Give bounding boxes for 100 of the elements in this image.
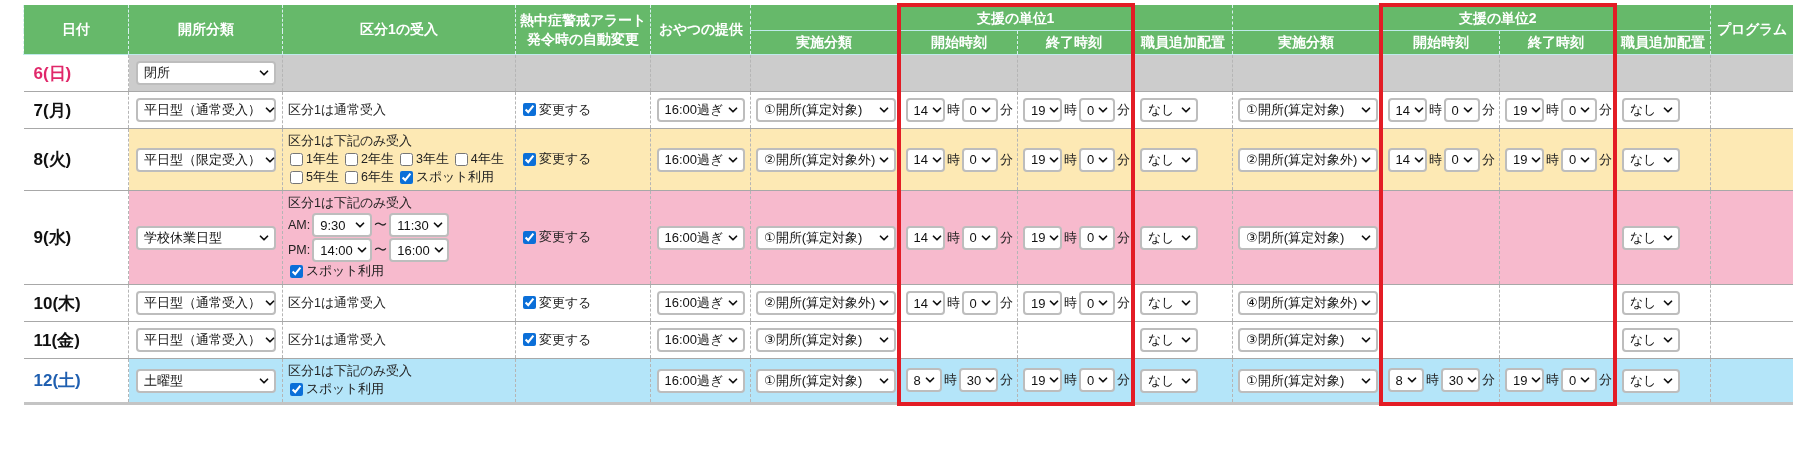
checkbox[interactable]	[290, 171, 303, 184]
dropdown[interactable]: なし	[1139, 225, 1198, 250]
dropdown[interactable]: ③閉所(算定対象)	[1238, 328, 1378, 352]
dropdown[interactable]: なし	[1621, 291, 1680, 315]
dropdown[interactable]: 0	[1079, 291, 1116, 315]
dropdown[interactable]: 14	[905, 291, 945, 315]
dropdown[interactable]: なし	[1139, 291, 1198, 315]
dropdown[interactable]: 14	[905, 225, 945, 250]
dropdown[interactable]: なし	[1139, 328, 1198, 352]
checkbox-label: 4年生	[470, 151, 504, 168]
dropdown[interactable]: 19	[1505, 368, 1544, 393]
dropdown[interactable]: なし	[1621, 147, 1680, 172]
dropdown[interactable]: ④閉所(算定対象外)	[1238, 291, 1378, 315]
dropdown[interactable]: 0	[1079, 368, 1116, 393]
minute-unit: 分	[1117, 101, 1131, 119]
dropdown[interactable]: 8	[905, 368, 942, 393]
dropdown[interactable]: なし	[1139, 98, 1198, 122]
column-header: プログラム	[1710, 5, 1793, 55]
checkbox[interactable]	[523, 152, 536, 166]
checkbox[interactable]	[290, 383, 303, 396]
checkbox-label: 2年生	[360, 151, 394, 168]
checkbox[interactable]	[344, 171, 358, 184]
dropdown[interactable]: 8	[1387, 368, 1424, 393]
dropdown[interactable]: なし	[1139, 368, 1198, 393]
dropdown[interactable]: 0	[1561, 368, 1598, 393]
dropdown[interactable]: 平日型（通常受入）	[135, 98, 276, 122]
dropdown[interactable]: ①開所(算定対象)	[1238, 98, 1378, 122]
dropdown[interactable]: 14	[1387, 98, 1427, 122]
dropdown[interactable]: 0	[1079, 225, 1116, 250]
dropdown[interactable]: 30	[1440, 368, 1480, 393]
dropdown[interactable]: 14:00	[312, 238, 373, 262]
dropdown[interactable]: 16:00	[389, 238, 450, 262]
dropdown[interactable]: 19	[1023, 368, 1062, 393]
checkbox[interactable]	[523, 333, 536, 347]
dropdown[interactable]: 0	[1079, 98, 1116, 122]
checkbox[interactable]	[454, 153, 468, 166]
dropdown[interactable]: ②開所(算定対象外)	[756, 147, 896, 172]
dropdown[interactable]: ③閉所(算定対象)	[1238, 225, 1378, 250]
dropdown[interactable]: 16:00過ぎ	[656, 147, 745, 172]
dropdown[interactable]: 学校休業日型	[135, 225, 276, 250]
dropdown[interactable]: ①開所(算定対象)	[756, 225, 896, 250]
dropdown[interactable]: なし	[1621, 328, 1680, 352]
dropdown[interactable]: 0	[1561, 98, 1598, 122]
dropdown[interactable]: ①開所(算定対象)	[756, 368, 896, 393]
dropdown[interactable]: 19	[1505, 98, 1544, 122]
column-header: 開始時刻	[898, 30, 1018, 55]
checkbox[interactable]	[344, 153, 358, 166]
dropdown[interactable]: 閉所	[135, 61, 276, 85]
dropdown[interactable]: 0	[961, 98, 998, 122]
dropdown[interactable]: 30	[958, 368, 998, 393]
dropdown[interactable]: 平日型（限定受入）	[135, 147, 276, 172]
dropdown[interactable]: 土曜型	[135, 368, 276, 393]
checkbox[interactable]	[399, 171, 413, 184]
dropdown[interactable]: 14	[905, 147, 945, 172]
checkbox-label: 5年生	[306, 169, 339, 186]
dropdown[interactable]: 9:30	[312, 213, 373, 237]
dropdown[interactable]: 16:00過ぎ	[656, 328, 745, 352]
dropdown[interactable]: 0	[961, 147, 998, 172]
hour-unit: 時	[1425, 371, 1439, 390]
dropdown[interactable]: 19	[1023, 98, 1062, 122]
dropdown[interactable]: 平日型（通常受入）	[135, 328, 276, 352]
dropdown[interactable]: なし	[1621, 225, 1680, 250]
dropdown[interactable]: なし	[1139, 147, 1198, 172]
acceptance-text: 区分1は通常受入	[288, 294, 386, 312]
checkbox[interactable]	[399, 153, 413, 166]
dropdown[interactable]: 16:00過ぎ	[656, 225, 745, 250]
dropdown[interactable]: ②開所(算定対象外)	[1238, 147, 1378, 172]
dropdown[interactable]: 19	[1023, 147, 1062, 172]
dropdown[interactable]: ③閉所(算定対象)	[756, 328, 896, 352]
dropdown[interactable]: 14	[1387, 147, 1427, 172]
checkbox[interactable]	[290, 153, 303, 166]
checkbox[interactable]	[523, 230, 536, 244]
dropdown[interactable]: 16:00過ぎ	[656, 368, 745, 393]
dropdown[interactable]: なし	[1621, 98, 1680, 122]
dropdown[interactable]: 0	[1561, 147, 1598, 172]
dropdown[interactable]: 平日型（通常受入）	[135, 291, 276, 315]
hour-unit: 時	[1546, 371, 1559, 390]
dropdown[interactable]: 19	[1023, 225, 1062, 250]
dropdown[interactable]: 19	[1505, 147, 1544, 172]
dropdown[interactable]: 0	[961, 291, 998, 315]
dropdown[interactable]: 19	[1023, 291, 1062, 315]
checkbox[interactable]	[523, 103, 536, 117]
period-label: AM:	[288, 218, 311, 232]
dropdown[interactable]: 11:30	[389, 213, 450, 237]
dropdown[interactable]: 16:00過ぎ	[656, 291, 745, 315]
checkbox[interactable]	[523, 296, 536, 310]
dropdown[interactable]: 16:00過ぎ	[656, 98, 745, 122]
dropdown[interactable]: ①開所(算定対象)	[1238, 368, 1378, 393]
dropdown[interactable]: ②開所(算定対象外)	[756, 291, 896, 315]
dropdown[interactable]: 0	[1443, 98, 1480, 122]
dropdown[interactable]: ①開所(算定対象)	[756, 98, 896, 122]
dropdown[interactable]: 0	[961, 225, 998, 250]
checkbox-label: 変更する	[539, 293, 591, 312]
checkbox[interactable]	[290, 265, 303, 278]
dropdown[interactable]: 0	[1443, 147, 1480, 172]
dropdown[interactable]: なし	[1621, 368, 1680, 393]
dropdown[interactable]: 14	[905, 98, 945, 122]
group-header: 支援の単位1	[898, 5, 1133, 31]
dropdown[interactable]: 0	[1079, 147, 1116, 172]
minute-unit: 分	[999, 150, 1013, 169]
